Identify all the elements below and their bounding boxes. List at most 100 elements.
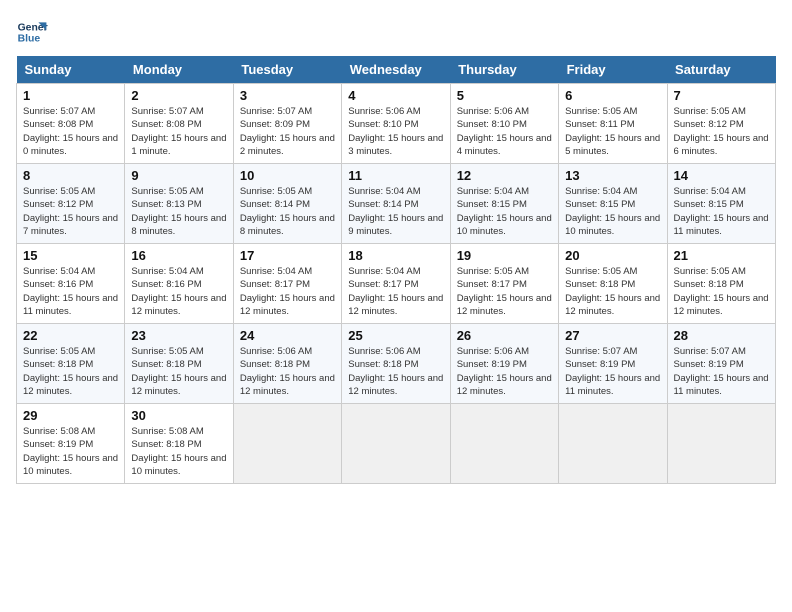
calendar-day-4: 4 Sunrise: 5:06 AM Sunset: 8:10 PM Dayli… (342, 84, 450, 164)
day-number: 23 (131, 328, 226, 343)
day-info: Sunrise: 5:08 AM Sunset: 8:19 PM Dayligh… (23, 425, 118, 478)
day-header-thursday: Thursday (450, 56, 558, 84)
day-header-wednesday: Wednesday (342, 56, 450, 84)
day-number: 18 (348, 248, 443, 263)
calendar-table: SundayMondayTuesdayWednesdayThursdayFrid… (16, 56, 776, 484)
day-number: 14 (674, 168, 769, 183)
day-info: Sunrise: 5:05 AM Sunset: 8:12 PM Dayligh… (23, 185, 118, 238)
day-number: 13 (565, 168, 660, 183)
day-info: Sunrise: 5:06 AM Sunset: 8:10 PM Dayligh… (457, 105, 552, 158)
empty-cell (450, 404, 558, 484)
day-info: Sunrise: 5:06 AM Sunset: 8:18 PM Dayligh… (240, 345, 335, 398)
day-info: Sunrise: 5:04 AM Sunset: 8:16 PM Dayligh… (23, 265, 118, 318)
calendar-day-25: 25 Sunrise: 5:06 AM Sunset: 8:18 PM Dayl… (342, 324, 450, 404)
day-info: Sunrise: 5:04 AM Sunset: 8:16 PM Dayligh… (131, 265, 226, 318)
day-info: Sunrise: 5:06 AM Sunset: 8:18 PM Dayligh… (348, 345, 443, 398)
calendar-day-26: 26 Sunrise: 5:06 AM Sunset: 8:19 PM Dayl… (450, 324, 558, 404)
calendar-day-17: 17 Sunrise: 5:04 AM Sunset: 8:17 PM Dayl… (233, 244, 341, 324)
day-number: 1 (23, 88, 118, 103)
calendar-day-1: 1 Sunrise: 5:07 AM Sunset: 8:08 PM Dayli… (17, 84, 125, 164)
day-number: 26 (457, 328, 552, 343)
day-header-saturday: Saturday (667, 56, 775, 84)
calendar-day-13: 13 Sunrise: 5:04 AM Sunset: 8:15 PM Dayl… (559, 164, 667, 244)
calendar-week-2: 8 Sunrise: 5:05 AM Sunset: 8:12 PM Dayli… (17, 164, 776, 244)
day-number: 9 (131, 168, 226, 183)
calendar-day-20: 20 Sunrise: 5:05 AM Sunset: 8:18 PM Dayl… (559, 244, 667, 324)
day-info: Sunrise: 5:05 AM Sunset: 8:11 PM Dayligh… (565, 105, 660, 158)
day-info: Sunrise: 5:04 AM Sunset: 8:17 PM Dayligh… (240, 265, 335, 318)
calendar-day-11: 11 Sunrise: 5:04 AM Sunset: 8:14 PM Dayl… (342, 164, 450, 244)
day-number: 8 (23, 168, 118, 183)
calendar-day-7: 7 Sunrise: 5:05 AM Sunset: 8:12 PM Dayli… (667, 84, 775, 164)
day-number: 25 (348, 328, 443, 343)
calendar-day-24: 24 Sunrise: 5:06 AM Sunset: 8:18 PM Dayl… (233, 324, 341, 404)
calendar-day-18: 18 Sunrise: 5:04 AM Sunset: 8:17 PM Dayl… (342, 244, 450, 324)
calendar-day-9: 9 Sunrise: 5:05 AM Sunset: 8:13 PM Dayli… (125, 164, 233, 244)
day-header-sunday: Sunday (17, 56, 125, 84)
day-number: 11 (348, 168, 443, 183)
day-number: 4 (348, 88, 443, 103)
day-info: Sunrise: 5:05 AM Sunset: 8:14 PM Dayligh… (240, 185, 335, 238)
day-number: 21 (674, 248, 769, 263)
calendar-week-1: 1 Sunrise: 5:07 AM Sunset: 8:08 PM Dayli… (17, 84, 776, 164)
day-header-friday: Friday (559, 56, 667, 84)
calendar-day-22: 22 Sunrise: 5:05 AM Sunset: 8:18 PM Dayl… (17, 324, 125, 404)
day-number: 19 (457, 248, 552, 263)
day-number: 20 (565, 248, 660, 263)
day-header-tuesday: Tuesday (233, 56, 341, 84)
day-info: Sunrise: 5:06 AM Sunset: 8:10 PM Dayligh… (348, 105, 443, 158)
day-number: 3 (240, 88, 335, 103)
day-number: 6 (565, 88, 660, 103)
day-info: Sunrise: 5:05 AM Sunset: 8:18 PM Dayligh… (674, 265, 769, 318)
day-number: 10 (240, 168, 335, 183)
day-number: 15 (23, 248, 118, 263)
calendar-header-row: SundayMondayTuesdayWednesdayThursdayFrid… (17, 56, 776, 84)
day-info: Sunrise: 5:05 AM Sunset: 8:12 PM Dayligh… (674, 105, 769, 158)
day-number: 17 (240, 248, 335, 263)
day-header-monday: Monday (125, 56, 233, 84)
day-number: 12 (457, 168, 552, 183)
svg-text:Blue: Blue (18, 34, 41, 45)
calendar-day-6: 6 Sunrise: 5:05 AM Sunset: 8:11 PM Dayli… (559, 84, 667, 164)
calendar-day-5: 5 Sunrise: 5:06 AM Sunset: 8:10 PM Dayli… (450, 84, 558, 164)
calendar-day-8: 8 Sunrise: 5:05 AM Sunset: 8:12 PM Dayli… (17, 164, 125, 244)
day-info: Sunrise: 5:08 AM Sunset: 8:18 PM Dayligh… (131, 425, 226, 478)
calendar-day-19: 19 Sunrise: 5:05 AM Sunset: 8:17 PM Dayl… (450, 244, 558, 324)
empty-cell (342, 404, 450, 484)
calendar-week-3: 15 Sunrise: 5:04 AM Sunset: 8:16 PM Dayl… (17, 244, 776, 324)
day-number: 24 (240, 328, 335, 343)
day-info: Sunrise: 5:05 AM Sunset: 8:17 PM Dayligh… (457, 265, 552, 318)
calendar-day-23: 23 Sunrise: 5:05 AM Sunset: 8:18 PM Dayl… (125, 324, 233, 404)
calendar-day-29: 29 Sunrise: 5:08 AM Sunset: 8:19 PM Dayl… (17, 404, 125, 484)
day-info: Sunrise: 5:07 AM Sunset: 8:08 PM Dayligh… (131, 105, 226, 158)
calendar-day-28: 28 Sunrise: 5:07 AM Sunset: 8:19 PM Dayl… (667, 324, 775, 404)
empty-cell (667, 404, 775, 484)
calendar-day-2: 2 Sunrise: 5:07 AM Sunset: 8:08 PM Dayli… (125, 84, 233, 164)
empty-cell (233, 404, 341, 484)
day-info: Sunrise: 5:05 AM Sunset: 8:18 PM Dayligh… (131, 345, 226, 398)
calendar-day-14: 14 Sunrise: 5:04 AM Sunset: 8:15 PM Dayl… (667, 164, 775, 244)
day-info: Sunrise: 5:07 AM Sunset: 8:09 PM Dayligh… (240, 105, 335, 158)
day-info: Sunrise: 5:05 AM Sunset: 8:18 PM Dayligh… (23, 345, 118, 398)
calendar-week-4: 22 Sunrise: 5:05 AM Sunset: 8:18 PM Dayl… (17, 324, 776, 404)
calendar-day-10: 10 Sunrise: 5:05 AM Sunset: 8:14 PM Dayl… (233, 164, 341, 244)
calendar-day-15: 15 Sunrise: 5:04 AM Sunset: 8:16 PM Dayl… (17, 244, 125, 324)
calendar-day-30: 30 Sunrise: 5:08 AM Sunset: 8:18 PM Dayl… (125, 404, 233, 484)
day-info: Sunrise: 5:07 AM Sunset: 8:08 PM Dayligh… (23, 105, 118, 158)
calendar-day-21: 21 Sunrise: 5:05 AM Sunset: 8:18 PM Dayl… (667, 244, 775, 324)
calendar-day-16: 16 Sunrise: 5:04 AM Sunset: 8:16 PM Dayl… (125, 244, 233, 324)
day-info: Sunrise: 5:04 AM Sunset: 8:14 PM Dayligh… (348, 185, 443, 238)
day-info: Sunrise: 5:07 AM Sunset: 8:19 PM Dayligh… (674, 345, 769, 398)
day-info: Sunrise: 5:04 AM Sunset: 8:15 PM Dayligh… (565, 185, 660, 238)
calendar-week-5: 29 Sunrise: 5:08 AM Sunset: 8:19 PM Dayl… (17, 404, 776, 484)
calendar-day-27: 27 Sunrise: 5:07 AM Sunset: 8:19 PM Dayl… (559, 324, 667, 404)
header: General Blue (16, 16, 776, 48)
day-info: Sunrise: 5:05 AM Sunset: 8:13 PM Dayligh… (131, 185, 226, 238)
logo: General Blue (16, 16, 52, 48)
logo-icon: General Blue (16, 16, 48, 48)
day-number: 2 (131, 88, 226, 103)
day-number: 27 (565, 328, 660, 343)
day-info: Sunrise: 5:07 AM Sunset: 8:19 PM Dayligh… (565, 345, 660, 398)
day-number: 30 (131, 408, 226, 423)
day-number: 22 (23, 328, 118, 343)
